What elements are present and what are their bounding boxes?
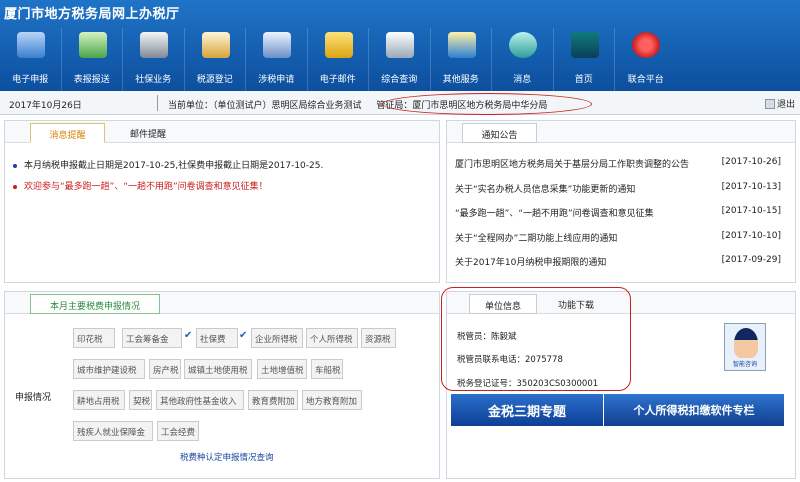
messages-tabs: 消息提醒 邮件提醒 [5,121,439,143]
highlight-annotation [441,287,631,391]
officer-avatar-icon [734,328,758,358]
tax-cell[interactable]: 企业所得税 [251,328,303,348]
tax-cell[interactable]: 城市维护建设税 [73,359,145,379]
gears-icon [140,32,168,58]
tax-cell[interactable]: 个人所得税 [306,328,358,348]
survey-link[interactable]: 欢迎参与“最多跑一趟”、“一趟不用跑”问卷调查和意见征集！ [13,179,268,192]
filing-status-query-link[interactable]: 税费种认定申报情况查询 [180,451,274,463]
messages-panel: 消息提醒 邮件提醒 本月纳税申报截止日期是2017-10-25,社保费申报截止日… [4,120,440,283]
app-header: 厦门市地方税务局网上办税厅 电子申报 表报报送 社保业务 税源登记 涉税申请 电… [0,0,800,91]
notice-tabs: 通知公告 [447,121,795,143]
tax-cell[interactable]: 资源税 [361,328,396,348]
tax-cell[interactable]: 地方教育附加 [302,390,362,410]
iit-software-banner[interactable]: 个人所得税扣缴软件专栏 [604,394,784,426]
report-tabs: 本月主要税费申报情况 [5,292,439,314]
golden-tax-banner[interactable]: 金税三期专题 [451,394,603,426]
tax-cell[interactable]: 城镇土地使用税 [184,359,252,379]
tax-cell[interactable]: 耕地占用税 [73,390,125,410]
tax-cell[interactable]: 车船税 [311,359,343,379]
list-item: 本月纳税申报截止日期是2017-10-25,社保费申报截止日期是2017-10-… [13,158,323,171]
check-icon: ✔ [184,330,193,341]
current-date: 2017年10月26日 [9,101,82,111]
highlight-annotation [382,93,592,115]
nav-item-social-security[interactable]: 社保业务 [123,28,185,91]
tax-cell[interactable]: 工会经费 [157,421,199,441]
tax-cell[interactable]: 契税 [129,390,152,410]
nav-item-joint-platform[interactable]: 联合平台 [615,28,677,91]
nav-item-report-submission[interactable]: 表报报送 [62,28,123,91]
smart-consult-button[interactable]: 智能咨询 [724,323,766,371]
main-nav: 电子申报 表报报送 社保业务 税源登记 涉税申请 电子邮件 综合查询 其他服务 [0,28,800,91]
emblem-icon [632,32,660,58]
nav-item-home[interactable]: 首页 [554,28,615,91]
report-status-label: 申报情况 [15,393,52,403]
tax-cell[interactable]: 土地增值税 [257,359,307,379]
nav-item-query[interactable]: 综合查询 [369,28,431,91]
tax-cell[interactable]: 社保费 [196,328,238,348]
report-panel: 本月主要税费申报情况 申报情况 印花税 工会筹备金 ✔ 社保费 ✔ 企业所得税 … [4,291,440,479]
bullet-icon [13,163,17,168]
tab-monthly-report[interactable]: 本月主要税费申报情况 [30,294,160,314]
tab-notice[interactable]: 通知公告 [462,123,537,143]
register-pencil-icon [201,32,230,58]
divider [157,95,158,111]
tax-cell[interactable]: 其他政府性基金收入 [156,390,244,410]
nav-item-electronic-filing[interactable]: 电子申报 [0,28,62,91]
tax-cell[interactable]: 教育费附加 [248,390,298,410]
nav-item-other-services[interactable]: 其他服务 [431,28,492,91]
home-book-icon [570,32,599,58]
tax-cell[interactable]: 工会筹备金 [122,328,182,348]
monitor-icon [17,32,45,58]
exit-button[interactable]: 退出 [765,97,795,110]
nav-item-tax-application[interactable]: 涉税申请 [246,28,308,91]
unit-name: 当前单位：（单位测试户）思明区局综合业务测试 [168,101,362,111]
exit-icon [765,98,775,109]
notice-item[interactable]: 关于2017年10月纳税申报期限的通知 [2017-09-29] [455,255,781,268]
documents-icon [263,32,291,58]
app-title: 厦门市地方税务局网上办税厅 [4,7,180,22]
tab-mail-reminder[interactable]: 邮件提醒 [113,123,183,143]
check-icon: ✔ [239,330,248,341]
tax-cell[interactable]: 房产税 [149,359,181,379]
magic-wand-icon [447,32,476,58]
nav-item-messages[interactable]: 消息 [492,28,554,91]
magnifier-icon [386,32,414,58]
notice-item[interactable]: 关于“全程网办”二期功能上线应用的通知 [2017-10-10] [455,231,781,244]
speech-bubble-icon [509,32,537,58]
tab-message-reminder[interactable]: 消息提醒 [30,123,105,143]
tax-cell[interactable]: 残疾人就业保障金 [73,421,153,441]
upload-arrow-icon [78,32,107,58]
notice-item[interactable]: “最多跑一趟”、“一趟不用跑”问卷调查和意见征集 [2017-10-15] [455,206,781,219]
nav-item-email[interactable]: 电子邮件 [308,28,369,91]
notice-panel: 通知公告 厦门市思明区地方税务局关于基层分局工作职责调整的公告 [2017-10-… [446,120,796,283]
bullet-icon [13,184,17,189]
notice-item[interactable]: 厦门市思明区地方税务局关于基层分局工作职责调整的公告 [2017-10-26] [455,157,781,170]
envelope-icon [324,32,353,58]
nav-item-tax-registration[interactable]: 税源登记 [185,28,246,91]
tax-cell[interactable]: 印花税 [73,328,115,348]
notice-item[interactable]: 关于“实名办税人员信息采集”功能更新的通知 [2017-10-13] [455,182,781,195]
